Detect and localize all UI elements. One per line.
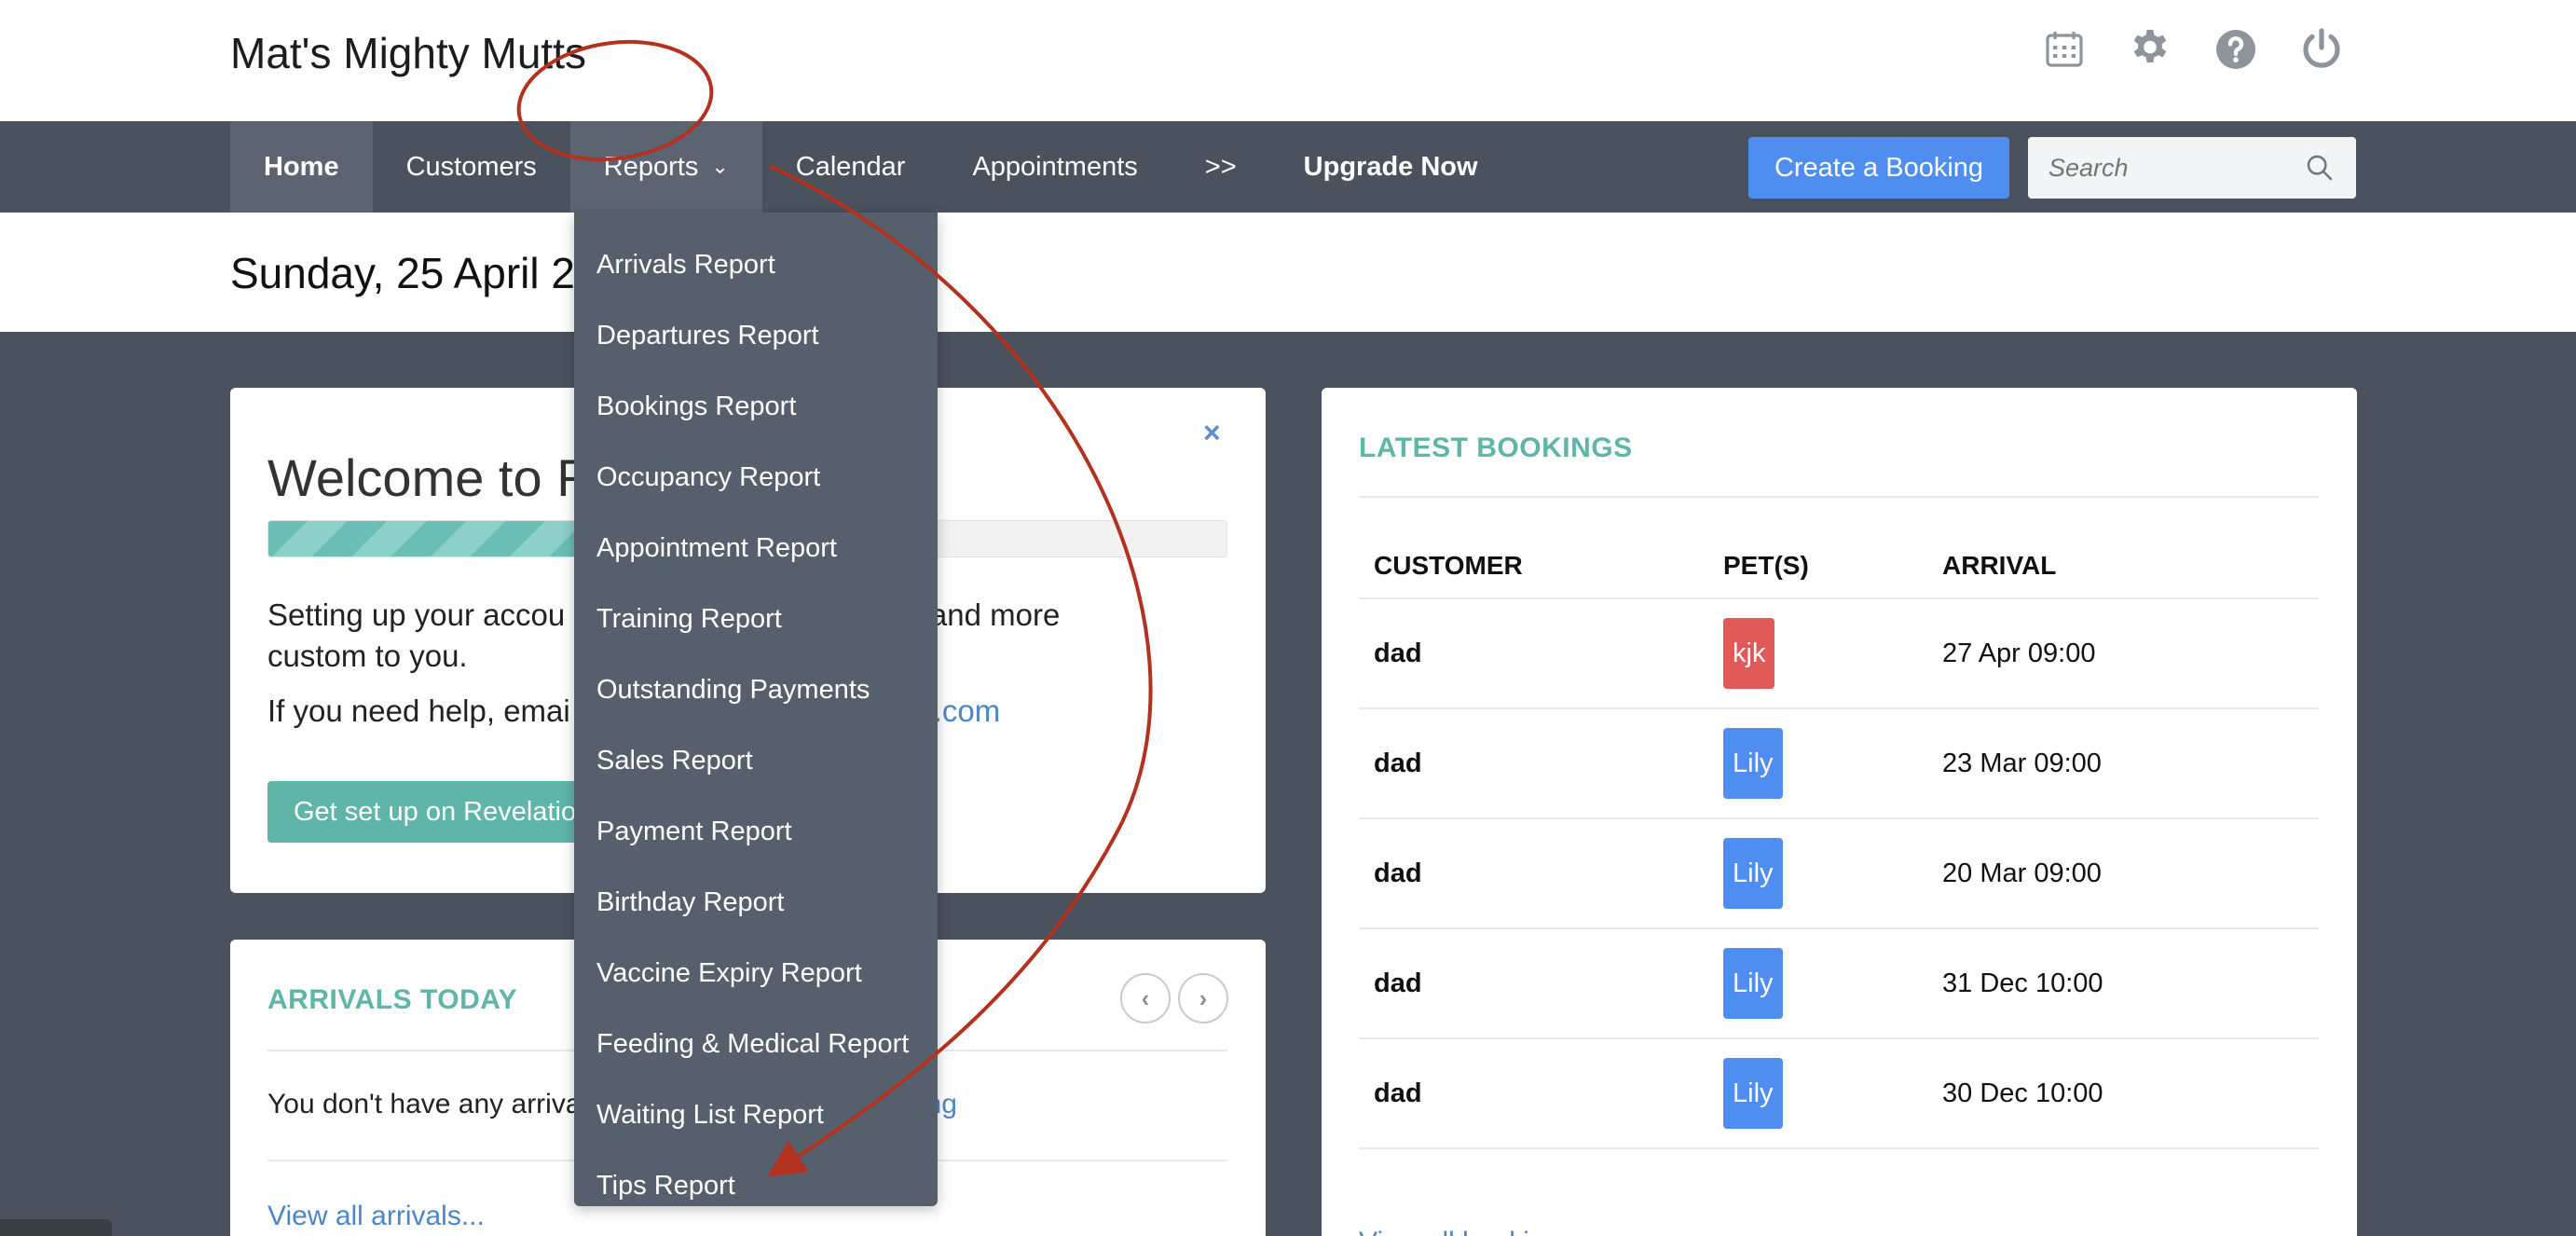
bookings-table: CUSTOMER PET(S) ARRIVAL dad kjk 27 Apr 0… bbox=[1359, 533, 2319, 1149]
corner-tab bbox=[0, 1219, 112, 1236]
customer-cell[interactable]: dad bbox=[1359, 928, 1708, 1039]
search-input[interactable] bbox=[2048, 153, 2300, 183]
arrival-cell: 27 Apr 09:00 bbox=[1927, 598, 2319, 709]
nav-upgrade-now[interactable]: Upgrade Now bbox=[1270, 121, 1512, 213]
pet-cell: Lily bbox=[1708, 818, 1927, 929]
arrival-cell: 23 Mar 09:00 bbox=[1927, 708, 2319, 819]
table-row[interactable]: dad Lily 31 Dec 10:00 bbox=[1359, 928, 2319, 1039]
table-row[interactable]: dad Lily 23 Mar 09:00 bbox=[1359, 708, 2319, 819]
nav-home[interactable]: Home bbox=[230, 121, 373, 213]
menu-item-occupancy-report[interactable]: Occupancy Report bbox=[574, 442, 938, 513]
chevron-right-icon[interactable]: › bbox=[1178, 973, 1228, 1023]
divider bbox=[1359, 496, 2319, 498]
help-email-link[interactable]: .com bbox=[934, 694, 1001, 728]
latest-bookings-card: LATEST BOOKINGS CUSTOMER PET(S) ARRIVAL … bbox=[1322, 388, 2357, 1236]
menu-item-departures-report[interactable]: Departures Report bbox=[574, 300, 938, 371]
welcome-line2: custom to you. bbox=[267, 639, 468, 673]
date-header: Sunday, 25 April 2 bbox=[0, 213, 2576, 332]
customer-cell[interactable]: dad bbox=[1359, 598, 1708, 709]
pet-badge[interactable]: Lily bbox=[1723, 948, 1783, 1019]
table-row[interactable]: dad Lily 20 Mar 09:00 bbox=[1359, 818, 2319, 929]
close-icon[interactable]: × bbox=[1203, 416, 1221, 450]
menu-item-appointment-report[interactable]: Appointment Report bbox=[574, 513, 938, 584]
header-icon-group bbox=[2041, 26, 2345, 73]
nav-more[interactable]: >> bbox=[1172, 121, 1270, 213]
welcome-line1-start: Setting up your accou bbox=[267, 597, 566, 632]
column-header-pets: PET(S) bbox=[1708, 533, 1927, 599]
nav-customers-label: Customers bbox=[405, 151, 537, 182]
search-icon[interactable] bbox=[2304, 152, 2336, 184]
create-booking-button[interactable]: Create a Booking bbox=[1748, 137, 2009, 199]
nav-appointments-label: Appointments bbox=[972, 151, 1138, 182]
pet-cell: Lily bbox=[1708, 1038, 1927, 1149]
chevron-down-icon: ⌄ bbox=[711, 155, 729, 178]
pet-cell: kjk bbox=[1708, 598, 1927, 709]
latest-bookings-title: LATEST BOOKINGS bbox=[1359, 433, 1633, 463]
top-header: Mat's Mighty Mutts bbox=[0, 0, 2576, 121]
table-header-row: CUSTOMER PET(S) ARRIVAL bbox=[1359, 533, 2319, 599]
help-text-start: If you need help, emai bbox=[267, 694, 570, 728]
customer-cell[interactable]: dad bbox=[1359, 708, 1708, 819]
nav-appointments[interactable]: Appointments bbox=[939, 121, 1171, 213]
search-box bbox=[2028, 137, 2356, 199]
view-all-arrivals-link[interactable]: View all arrivals... bbox=[267, 1201, 485, 1232]
power-icon[interactable] bbox=[2298, 26, 2345, 73]
menu-item-training-report[interactable]: Training Report bbox=[574, 584, 938, 654]
pet-badge[interactable]: kjk bbox=[1723, 618, 1775, 689]
menu-item-waiting-list-report[interactable]: Waiting List Report bbox=[574, 1079, 938, 1150]
nav-customers[interactable]: Customers bbox=[373, 121, 570, 213]
customer-cell[interactable]: dad bbox=[1359, 1038, 1708, 1149]
chevron-left-icon[interactable]: ‹ bbox=[1120, 973, 1171, 1023]
gear-icon[interactable] bbox=[2127, 26, 2173, 73]
arrivals-pager: ‹ › bbox=[1120, 973, 1228, 1023]
nav-reports-label: Reports bbox=[603, 151, 699, 182]
arrival-cell: 31 Dec 10:00 bbox=[1927, 928, 2319, 1039]
nav-home-label: Home bbox=[264, 151, 339, 182]
nav-calendar-label: Calendar bbox=[795, 151, 906, 182]
customer-cell[interactable]: dad bbox=[1359, 818, 1708, 929]
pet-cell: Lily bbox=[1708, 708, 1927, 819]
arrival-cell: 20 Mar 09:00 bbox=[1927, 818, 2319, 929]
nav-calendar[interactable]: Calendar bbox=[762, 121, 939, 213]
menu-item-feeding-medical-report[interactable]: Feeding & Medical Report bbox=[574, 1009, 938, 1079]
table-row[interactable]: dad Lily 30 Dec 10:00 bbox=[1359, 1038, 2319, 1149]
arrivals-title: ARRIVALS TODAY bbox=[267, 984, 518, 1015]
pet-badge[interactable]: Lily bbox=[1723, 838, 1783, 909]
brand-name[interactable]: Mat's Mighty Mutts bbox=[230, 28, 586, 78]
nav-more-label: >> bbox=[1204, 151, 1237, 182]
column-header-arrival: ARRIVAL bbox=[1927, 533, 2319, 599]
menu-item-outstanding-payments[interactable]: Outstanding Payments bbox=[574, 654, 938, 725]
view-all-bookings-link[interactable]: View all bookings... bbox=[1359, 1227, 1597, 1236]
menu-item-sales-report[interactable]: Sales Report bbox=[574, 725, 938, 796]
column-header-customer: CUSTOMER bbox=[1359, 533, 1708, 599]
calendar-icon[interactable] bbox=[2041, 26, 2088, 73]
nav-reports[interactable]: Reports ⌄ bbox=[569, 121, 762, 213]
arrival-cell: 30 Dec 10:00 bbox=[1927, 1038, 2319, 1149]
arrivals-empty-text: You don't have any arriva bbox=[267, 1089, 582, 1119]
reports-dropdown-menu: Arrivals Report Departures Report Bookin… bbox=[574, 213, 938, 1206]
menu-item-arrivals-report[interactable]: Arrivals Report bbox=[574, 229, 938, 300]
pet-cell: Lily bbox=[1708, 928, 1927, 1039]
page-title-date: Sunday, 25 April 2 bbox=[230, 249, 575, 297]
welcome-title: Welcome to R bbox=[267, 448, 595, 507]
nav-upgrade-label: Upgrade Now bbox=[1303, 151, 1478, 182]
main-navbar: Home Customers Reports ⌄ Calendar Appoint… bbox=[0, 121, 2576, 213]
menu-item-payment-report[interactable]: Payment Report bbox=[574, 796, 938, 867]
menu-item-tips-report[interactable]: Tips Report bbox=[574, 1150, 938, 1221]
menu-item-birthday-report[interactable]: Birthday Report bbox=[574, 867, 938, 938]
menu-item-vaccine-expiry-report[interactable]: Vaccine Expiry Report bbox=[574, 938, 938, 1009]
table-row[interactable]: dad kjk 27 Apr 09:00 bbox=[1359, 598, 2319, 709]
menu-item-bookings-report[interactable]: Bookings Report bbox=[574, 371, 938, 442]
nav-menu: Home Customers Reports ⌄ Calendar Appoint… bbox=[230, 121, 1512, 213]
help-icon[interactable] bbox=[2213, 26, 2259, 73]
pet-badge[interactable]: Lily bbox=[1723, 728, 1783, 799]
pet-badge[interactable]: Lily bbox=[1723, 1058, 1783, 1129]
